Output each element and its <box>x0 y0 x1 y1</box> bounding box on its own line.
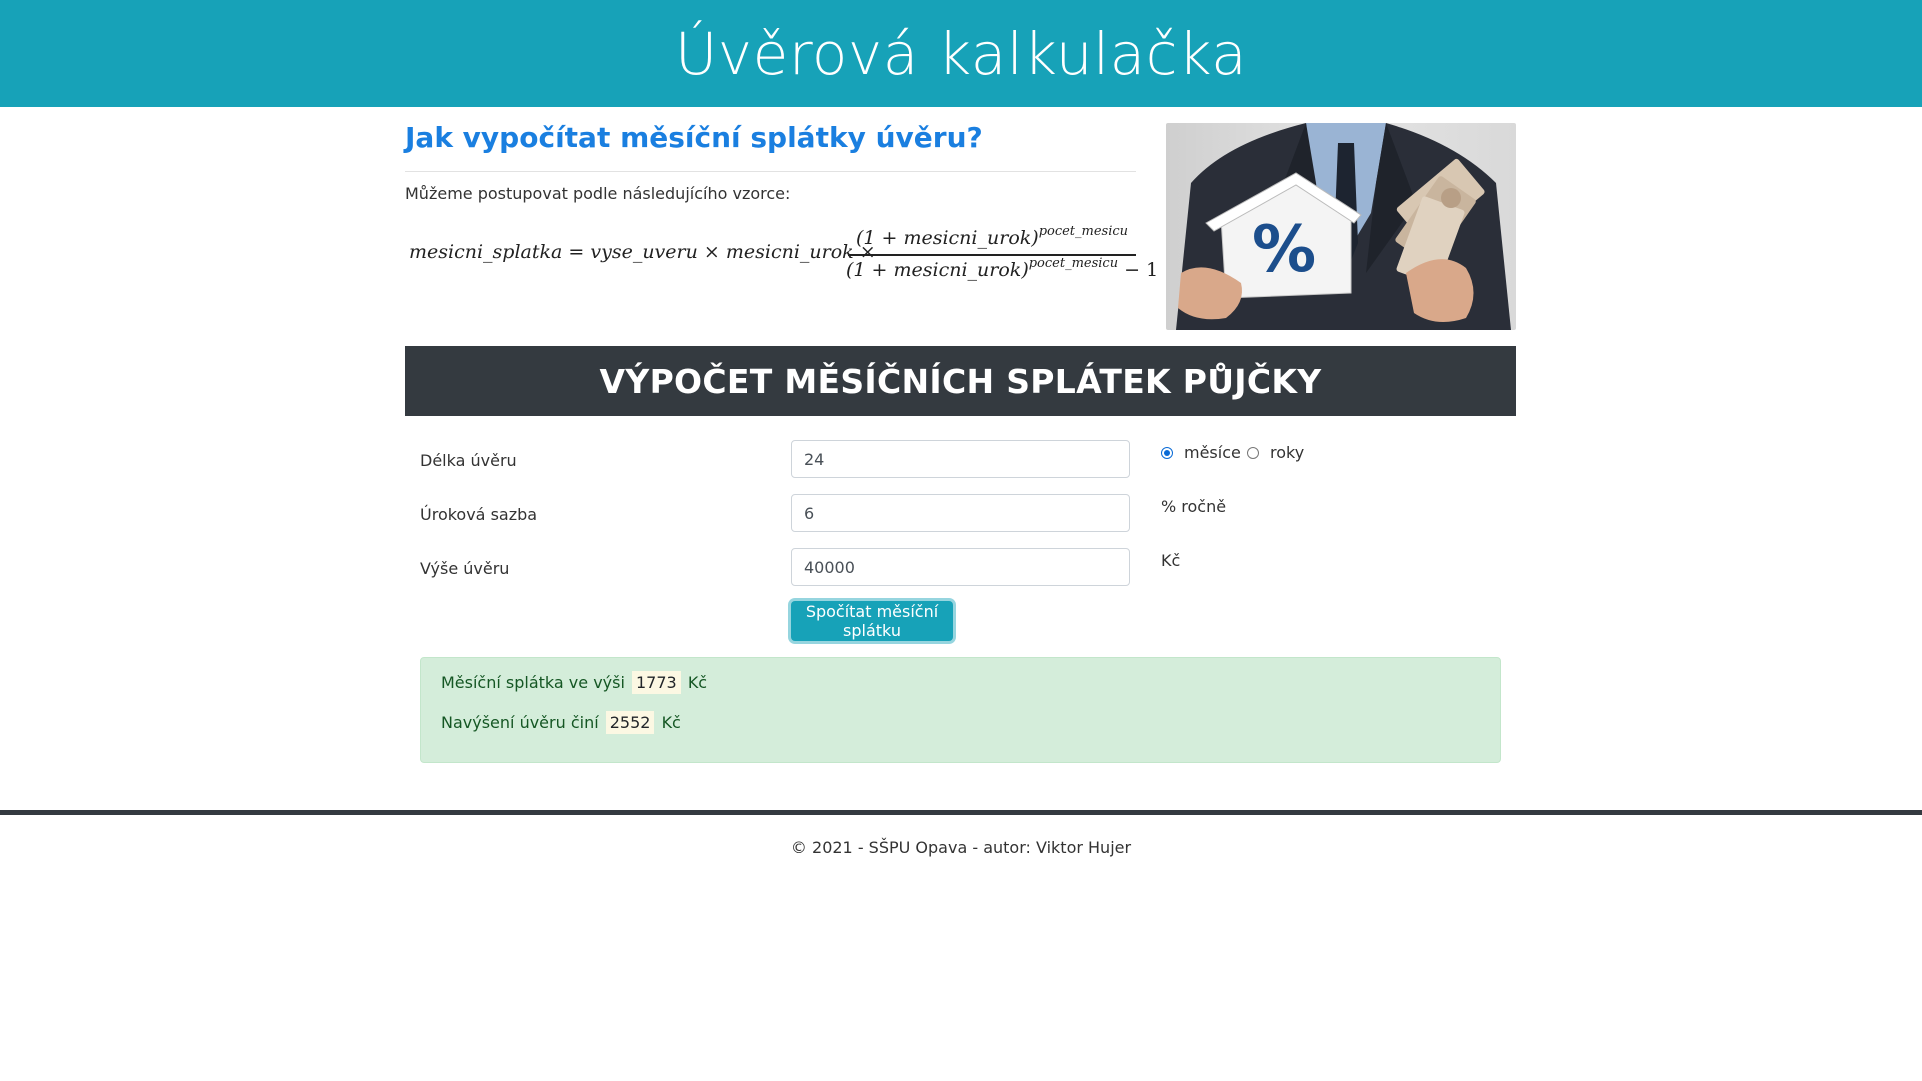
result-alert: Měsíční splátka ve výši 1773 Kč Navýšení… <box>420 657 1501 763</box>
loan-increase-value: 2552 <box>605 711 655 734</box>
formula-times-1: × <box>703 241 720 263</box>
formula-fraction: (1 + mesicni_urok)pocet_mesicu (1 + mesi… <box>846 224 1158 286</box>
loan-formula: mesicni_splatka = vyse_uveru × mesicni_u… <box>409 224 1158 286</box>
footer-divider <box>0 810 1922 815</box>
site-header: Úvěrová kalkulačka <box>0 0 1922 107</box>
numerator-base: (1 + mesicni_urok) <box>855 227 1039 249</box>
numerator-exponent: pocet_mesicu <box>1038 224 1129 239</box>
loan-increase-currency: Kč <box>661 713 681 732</box>
intro-title: Jak vypočítat měsíční splátky úvěru? <box>405 121 983 154</box>
calculate-button[interactable]: Spočítat měsíční splátku <box>791 601 953 641</box>
monthly-payment-currency: Kč <box>687 673 708 692</box>
formula-numerator: (1 + mesicni_urok)pocet_mesicu <box>846 224 1138 249</box>
loan-increase-line: Navýšení úvěru činí 2552 Kč <box>441 711 681 734</box>
formula-denominator: (1 + mesicni_urok)pocet_mesicu − 1 <box>846 256 1158 281</box>
formula-loan-var: vyse_uveru <box>590 241 698 263</box>
denominator-exponent: pocet_mesicu <box>1028 256 1119 271</box>
site-title: Úvěrová kalkulačka <box>674 19 1248 88</box>
loan-length-input[interactable] <box>791 440 1130 478</box>
period-months-radio[interactable] <box>1161 447 1173 459</box>
percent-symbol: % <box>1252 213 1316 287</box>
monthly-payment-value: 1773 <box>632 671 681 694</box>
loan-length-label: Délka úvěru <box>420 451 517 470</box>
loan-amount-input[interactable] <box>791 548 1130 586</box>
loan-amount-unit: Kč <box>1161 551 1181 570</box>
interest-rate-unit: % ročně <box>1161 497 1227 516</box>
period-years-label[interactable]: roky <box>1270 443 1304 462</box>
interest-rate-label: Úroková sazba <box>420 505 538 524</box>
intro-divider <box>405 171 1136 172</box>
intro-text: Můžeme postupovat podle následujícího vz… <box>405 184 791 203</box>
denominator-tail: − 1 <box>1124 259 1159 281</box>
formula-equals: = <box>568 241 585 263</box>
period-years-radio[interactable] <box>1247 447 1259 459</box>
formula-lhs: mesicni_splatka = vyse_uveru × mesicni_u… <box>409 241 876 263</box>
monthly-payment-label: Měsíční splátka ve výši <box>441 673 625 692</box>
loan-photo: % <box>1166 123 1516 330</box>
loan-increase-label: Navýšení úvěru činí <box>441 713 599 732</box>
monthly-payment-line: Měsíční splátka ve výši 1773 Kč <box>441 671 707 694</box>
percent-house-photo-icon: % <box>1166 123 1516 330</box>
footer-text: © 2021 - SŠPU Opava - autor: Viktor Huje… <box>790 838 1132 857</box>
calculator-header: VÝPOČET MĚSÍČNÍCH SPLÁTEK PŮJČKY <box>405 346 1516 416</box>
period-months-label[interactable]: měsíce <box>1184 443 1241 462</box>
formula-result-var: mesicni_splatka <box>409 241 563 263</box>
interest-rate-input[interactable] <box>791 494 1130 532</box>
calculator-title: VÝPOČET MĚSÍČNÍCH SPLÁTEK PŮJČKY <box>599 361 1322 401</box>
denominator-base: (1 + mesicni_urok) <box>846 259 1029 281</box>
formula-rate-var: mesicni_urok <box>725 241 854 263</box>
loan-amount-label: Výše úvěru <box>420 559 510 578</box>
